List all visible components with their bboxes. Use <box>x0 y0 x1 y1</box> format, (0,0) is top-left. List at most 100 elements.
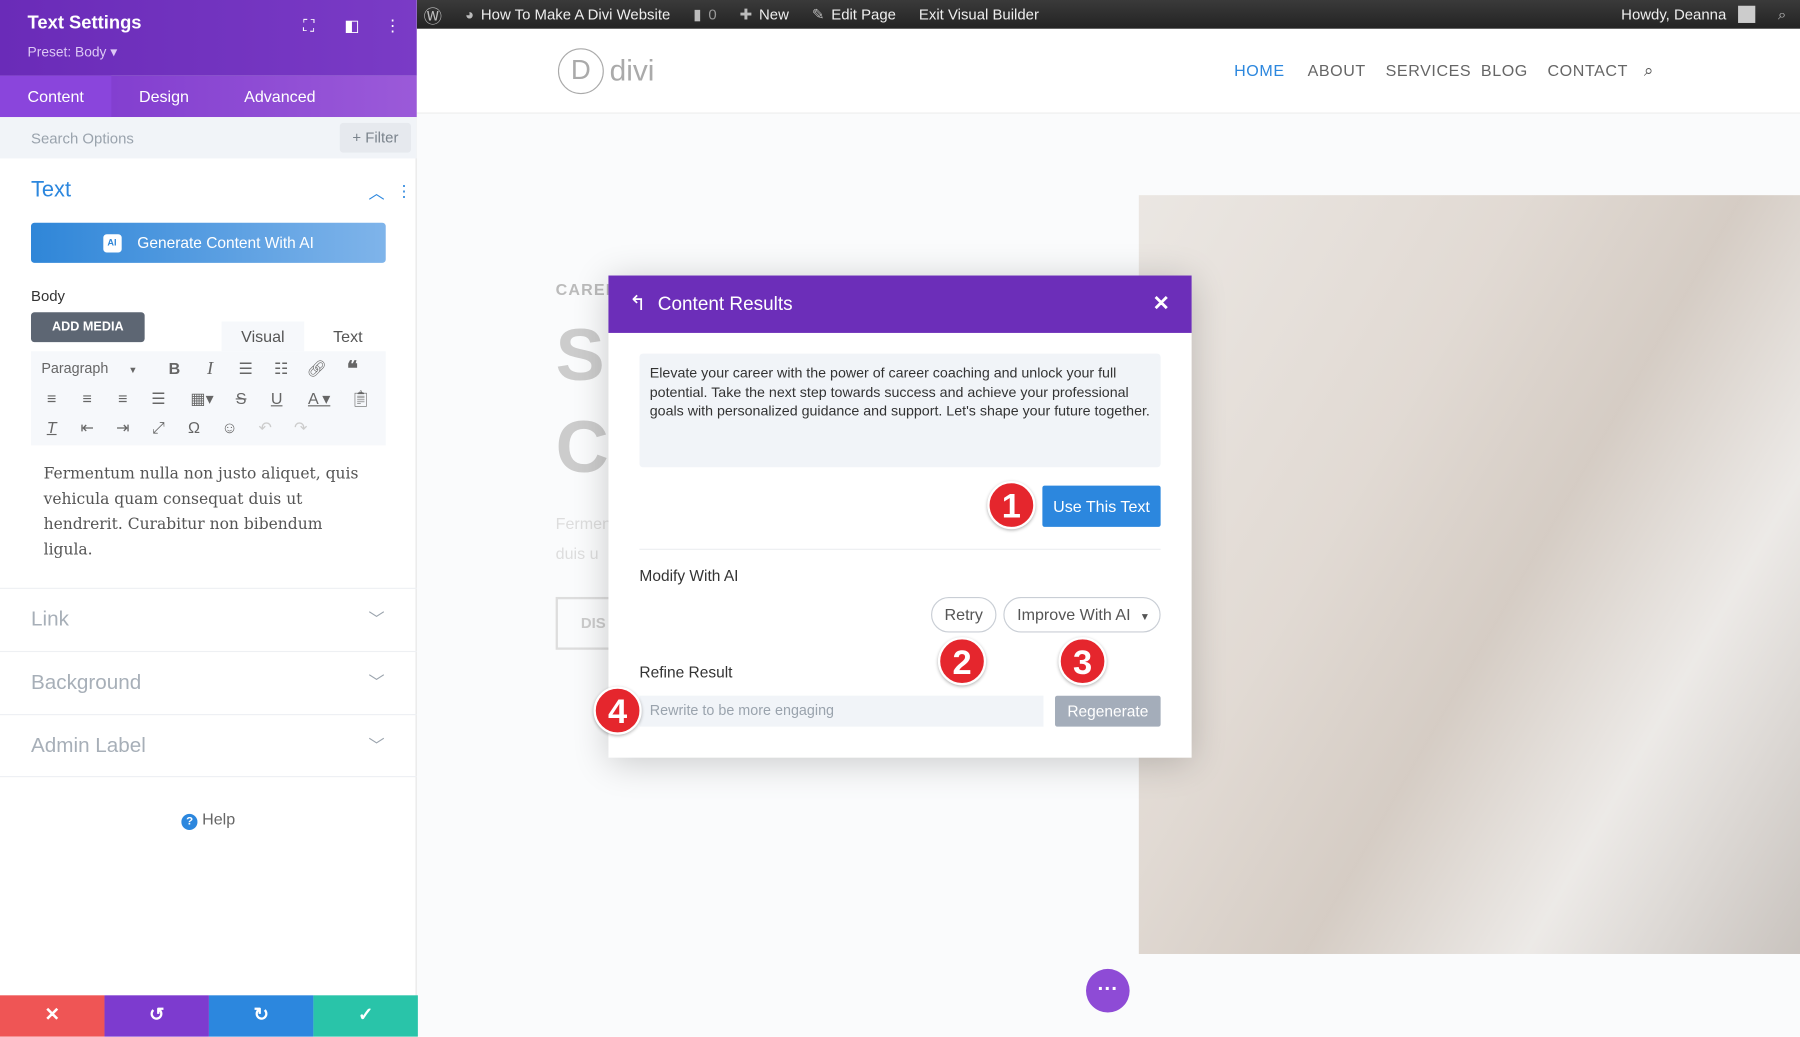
retry-button[interactable]: Retry <box>931 596 997 633</box>
align-left-icon[interactable]: ≡ <box>40 389 63 407</box>
regenerate-button[interactable]: Regenerate <box>1055 695 1161 727</box>
chevron-down-icon: ﹀ <box>368 735 385 755</box>
tab-visual[interactable]: Visual <box>221 321 305 352</box>
hero-heading-2: C <box>555 405 609 488</box>
marker-2: 2 <box>937 637 987 686</box>
marker-4: 4 <box>593 686 642 735</box>
bullet-list-icon[interactable]: ☰ <box>234 359 257 379</box>
marker-3: 3 <box>1058 637 1107 686</box>
redo-icon[interactable]: ↷ <box>289 418 312 438</box>
dashboard-icon: ◕ <box>464 5 474 23</box>
indent-icon[interactable]: ⇥ <box>111 418 134 438</box>
tab-text[interactable]: Text <box>311 321 384 351</box>
hero-text-1: Fermen <box>555 514 612 533</box>
split-view-icon[interactable]: ◧ <box>344 16 359 36</box>
tab-advanced[interactable]: Advanced <box>217 76 344 117</box>
justify-icon[interactable]: ☰ <box>147 389 170 409</box>
table-icon[interactable]: ▦▾ <box>185 389 219 409</box>
section-menu-icon[interactable]: ⋮ <box>396 181 412 201</box>
link-icon[interactable]: 🔗︎ <box>305 359 328 379</box>
chevron-down-icon: ﹀ <box>368 609 385 628</box>
panel-title: Text Settings <box>27 13 142 34</box>
marker-1: 1 <box>987 481 1036 530</box>
italic-icon[interactable]: I <box>199 359 222 380</box>
chevron-down-icon: ﹀ <box>368 672 385 692</box>
filter-button[interactable]: + Filter <box>339 122 411 153</box>
wp-admin-bar: Ⓦ ◕ How To Make A Divi Website ▮ 0 ✚ New ✎ E… <box>416 0 1800 29</box>
panel-tabs: Content Design Advanced <box>0 75 417 118</box>
admin-search-icon[interactable]: ⌕ <box>1778 5 1793 23</box>
close-icon[interactable]: ✕ <box>1153 292 1170 316</box>
body-label: Body <box>30 287 66 305</box>
blockquote-icon[interactable]: ❝ <box>341 357 364 381</box>
special-char-icon[interactable]: Ω <box>183 418 206 436</box>
divi-logo-icon[interactable]: D <box>557 48 604 95</box>
admin-new[interactable]: ✚ New <box>740 5 796 23</box>
accordion-admin-label[interactable]: Admin Label ﹀ <box>0 714 417 778</box>
accordion-background[interactable]: Background ﹀ <box>0 650 417 714</box>
ai-icon: AI <box>102 233 122 252</box>
undo-icon[interactable]: ↶ <box>254 418 277 438</box>
admin-comments[interactable]: ▮ 0 <box>693 5 723 23</box>
nav-about[interactable]: ABOUT <box>1308 61 1366 79</box>
add-media-button[interactable]: ADD MEDIA <box>30 312 145 343</box>
outdent-icon[interactable]: ⇤ <box>76 418 99 438</box>
undo-button[interactable]: ↺ <box>104 995 209 1037</box>
tab-content[interactable]: Content <box>0 75 112 118</box>
back-arrow-icon[interactable]: ↰ <box>629 292 646 316</box>
save-button[interactable]: ✓ <box>313 995 418 1037</box>
chevron-up-icon[interactable]: ︿ <box>369 181 385 204</box>
search-icon[interactable]: ⌕ <box>1644 61 1654 81</box>
plus-icon: ✚ <box>739 5 753 23</box>
comment-icon: ▮ <box>693 5 702 23</box>
admin-account[interactable]: Howdy, Deanna <box>1621 5 1762 23</box>
hero-photo <box>1138 195 1800 954</box>
use-this-text-button[interactable]: Use This Text <box>1042 485 1161 527</box>
section-title-text[interactable]: Text <box>31 178 71 203</box>
admin-site-link[interactable]: ◕ How To Make A Divi Website <box>465 6 677 23</box>
modify-label: Modify With AI <box>639 567 739 585</box>
preset-dropdown[interactable]: Preset: Body ▾ <box>28 44 118 60</box>
more-options-button[interactable]: ··· <box>1086 968 1130 1013</box>
redo-button[interactable]: ↻ <box>208 995 314 1037</box>
admin-exit-builder[interactable]: Exit Visual Builder <box>919 6 1046 23</box>
divider <box>639 548 1161 550</box>
text-color-icon[interactable]: A ▾ <box>301 389 338 409</box>
expand-icon[interactable]: ⛶ <box>303 16 314 36</box>
refine-input[interactable]: Rewrite to be more engaging <box>639 695 1044 727</box>
admin-edit-page[interactable]: ✎ Edit Page <box>812 5 903 23</box>
hero-heading-1: S <box>555 313 605 397</box>
body-editor[interactable]: Fermentum nulla non justo aliquet, quis … <box>30 445 386 559</box>
nav-contact[interactable]: CONTACT <box>1548 61 1629 79</box>
numbered-list-icon[interactable]: ☷ <box>270 359 293 379</box>
generate-ai-button[interactable]: AI Generate Content With AI <box>30 222 386 263</box>
result-textarea[interactable]: Elevate your career with the power of ca… <box>639 353 1161 468</box>
bold-icon[interactable]: B <box>163 359 186 377</box>
wordpress-logo-icon[interactable]: Ⓦ <box>424 1 449 29</box>
nav-home[interactable]: HOME <box>1234 61 1285 79</box>
fullscreen-icon[interactable]: ⤢ <box>147 418 170 438</box>
modal-header: ↰ Content Results ✕ <box>608 275 1192 333</box>
help-link[interactable]: ? Help <box>0 809 417 831</box>
tab-design[interactable]: Design <box>111 76 216 117</box>
nav-services[interactable]: SERVICES <box>1386 61 1472 79</box>
more-vertical-icon[interactable]: ⋮ <box>385 16 401 36</box>
content-results-modal: ↰ Content Results ✕ Elevate your career … <box>608 275 1192 758</box>
align-center-icon[interactable]: ≡ <box>76 389 99 407</box>
discard-button[interactable]: ✕ <box>0 995 105 1037</box>
paragraph-select[interactable]: Paragraph ▼ <box>41 360 150 376</box>
clear-format-icon[interactable]: T <box>40 418 63 436</box>
improve-with-ai-dropdown[interactable]: Improve With AI ▼ <box>1003 596 1161 633</box>
underline-icon[interactable]: U <box>265 389 288 407</box>
caret-down-icon: ▼ <box>1139 610 1150 623</box>
site-logo-text: divi <box>609 52 655 88</box>
strikethrough-icon[interactable]: S <box>230 389 253 407</box>
nav-blog[interactable]: BLOG <box>1481 61 1528 79</box>
accordion-link[interactable]: Link ﹀ <box>0 587 417 651</box>
help-icon: ? <box>181 813 198 831</box>
align-right-icon[interactable]: ≡ <box>111 389 134 407</box>
emoji-icon[interactable]: ☺ <box>218 418 241 436</box>
paste-icon[interactable]: 📋︎ <box>349 389 372 409</box>
modal-title: Content Results <box>657 293 793 315</box>
avatar <box>1737 5 1755 23</box>
